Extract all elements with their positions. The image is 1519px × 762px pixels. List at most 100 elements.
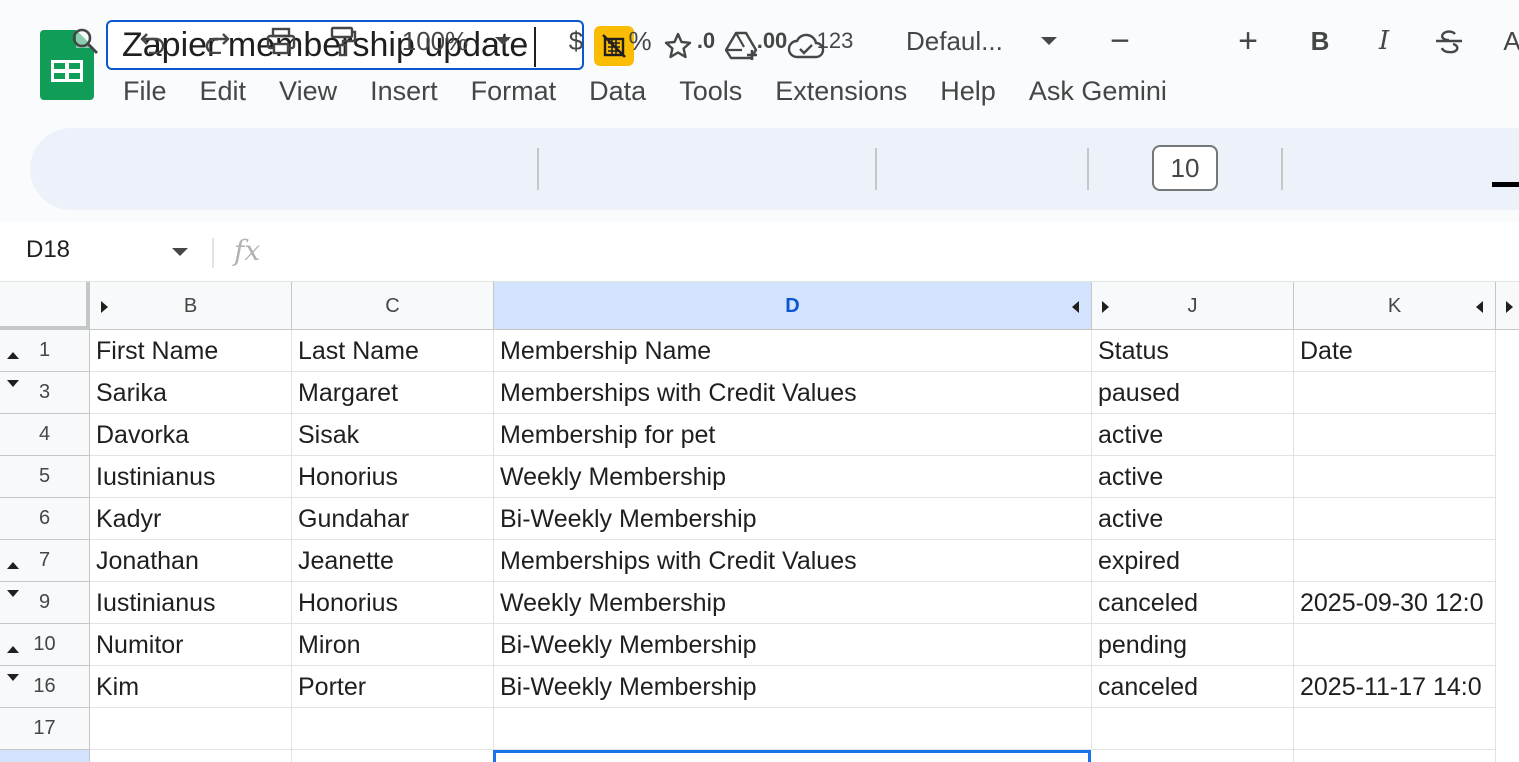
table-cell[interactable] [1294, 750, 1496, 762]
row-header[interactable]: 1 [0, 330, 90, 372]
table-cell[interactable]: 2025-09-30 12:0 [1294, 582, 1496, 624]
bold-button[interactable]: B [1300, 18, 1340, 64]
menu-edit[interactable]: Edit [200, 76, 247, 107]
collapse-rows-icon[interactable] [7, 674, 19, 681]
table-cell[interactable]: canceled [1092, 582, 1294, 624]
table-cell[interactable] [90, 750, 292, 762]
table-cell[interactable]: Date [1294, 330, 1496, 372]
table-cell[interactable]: Miron [292, 624, 494, 666]
row-header[interactable]: 17 [0, 708, 90, 750]
table-cell[interactable]: paused [1092, 372, 1294, 414]
table-cell[interactable]: Status [1092, 330, 1294, 372]
expand-rows-icon[interactable] [7, 352, 19, 359]
spreadsheet-grid[interactable]: B C D J K 1 First Name Last Name Members… [0, 282, 1519, 762]
column-header-j[interactable]: J [1092, 282, 1294, 330]
menu-view[interactable]: View [279, 76, 337, 107]
print-icon[interactable] [258, 18, 304, 64]
font-size-input[interactable]: 10 [1152, 145, 1218, 191]
row-header[interactable]: 4 [0, 414, 90, 456]
collapse-column-icon[interactable] [1072, 301, 1079, 313]
table-cell[interactable]: First Name [90, 330, 292, 372]
table-cell[interactable]: active [1092, 456, 1294, 498]
font-select[interactable]: Defaul... [906, 18, 1018, 64]
italic-button[interactable]: I [1364, 18, 1404, 64]
select-all-corner[interactable] [0, 282, 90, 330]
decrease-decimal-button[interactable]: .0 [684, 18, 728, 64]
menu-ask-gemini[interactable]: Ask Gemini [1029, 76, 1167, 107]
menu-tools[interactable]: Tools [679, 76, 742, 107]
table-cell[interactable]: Jeanette [292, 540, 494, 582]
column-header-c[interactable]: C [292, 282, 494, 330]
collapse-column-icon[interactable] [1476, 301, 1483, 313]
menu-help[interactable]: Help [940, 76, 996, 107]
menu-insert[interactable]: Insert [370, 76, 438, 107]
name-box[interactable]: D18 [26, 236, 70, 264]
table-cell[interactable] [292, 708, 494, 750]
table-cell[interactable]: Memberships with Credit Values [494, 540, 1092, 582]
table-cell[interactable]: Weekly Membership [494, 582, 1092, 624]
table-cell[interactable]: Numitor [90, 624, 292, 666]
table-cell[interactable]: Porter [292, 666, 494, 708]
table-cell[interactable]: Gundahar [292, 498, 494, 540]
expand-column-icon[interactable] [1102, 301, 1109, 313]
row-header[interactable]: 10 [0, 624, 90, 666]
collapse-rows-icon[interactable] [7, 380, 19, 387]
column-header-d[interactable]: D [494, 282, 1092, 330]
expand-rows-icon[interactable] [7, 562, 19, 569]
expand-column-icon[interactable] [1506, 301, 1513, 313]
table-cell[interactable] [1092, 750, 1294, 762]
zoom-dropdown-icon[interactable] [488, 18, 518, 64]
table-cell[interactable] [1294, 498, 1496, 540]
table-cell[interactable]: Memberships with Credit Values [494, 372, 1092, 414]
table-cell[interactable] [494, 708, 1092, 750]
column-header-k[interactable]: K [1294, 282, 1496, 330]
row-header[interactable]: 3 [0, 372, 90, 414]
menu-file[interactable]: File [123, 76, 167, 107]
table-cell[interactable]: Kadyr [90, 498, 292, 540]
table-cell[interactable]: Sarika [90, 372, 292, 414]
increase-font-size-button[interactable]: + [1228, 18, 1268, 64]
table-cell[interactable]: pending [1092, 624, 1294, 666]
increase-decimal-button[interactable]: .00 [748, 18, 796, 64]
row-header[interactable]: 5 [0, 456, 90, 498]
table-cell[interactable] [1092, 708, 1294, 750]
table-cell[interactable]: Sisak [292, 414, 494, 456]
number-format-button[interactable]: 123 [812, 18, 858, 64]
table-cell[interactable]: Bi-Weekly Membership [494, 498, 1092, 540]
expand-column-icon[interactable] [101, 301, 108, 313]
menu-data[interactable]: Data [589, 76, 646, 107]
table-cell[interactable]: Honorius [292, 456, 494, 498]
menu-format[interactable]: Format [471, 76, 557, 107]
table-cell[interactable]: active [1092, 498, 1294, 540]
text-color-button[interactable]: A [1492, 18, 1519, 64]
column-header-b[interactable]: B [90, 282, 292, 330]
currency-format-button[interactable]: $ [556, 18, 596, 64]
table-cell[interactable]: Margaret [292, 372, 494, 414]
table-cell[interactable]: Membership for pet [494, 414, 1092, 456]
table-cell[interactable] [1294, 540, 1496, 582]
table-cell[interactable]: Iustinianus [90, 456, 292, 498]
zoom-select[interactable]: 100% [390, 18, 480, 64]
row-header[interactable]: 9 [0, 582, 90, 624]
row-header[interactable]: 16 [0, 666, 90, 708]
table-cell[interactable]: Jonathan [90, 540, 292, 582]
font-dropdown-icon[interactable] [1034, 18, 1064, 64]
strikethrough-icon[interactable] [1428, 18, 1470, 64]
table-cell[interactable] [1294, 624, 1496, 666]
table-cell[interactable] [292, 750, 494, 762]
percent-format-button[interactable]: % [620, 18, 660, 64]
paint-format-icon[interactable] [320, 18, 366, 64]
table-cell[interactable]: active [1092, 414, 1294, 456]
table-cell[interactable]: Bi-Weekly Membership [494, 666, 1092, 708]
menu-extensions[interactable]: Extensions [775, 76, 907, 107]
table-cell[interactable]: Honorius [292, 582, 494, 624]
redo-icon[interactable] [194, 18, 240, 64]
table-cell[interactable]: Bi-Weekly Membership [494, 624, 1092, 666]
decrease-font-size-button[interactable]: − [1100, 18, 1140, 64]
table-cell[interactable] [1294, 708, 1496, 750]
table-cell[interactable]: canceled [1092, 666, 1294, 708]
name-box-dropdown-icon[interactable] [172, 248, 188, 256]
active-cell[interactable] [493, 750, 1091, 762]
row-header[interactable]: 7 [0, 540, 90, 582]
table-cell[interactable]: Last Name [292, 330, 494, 372]
